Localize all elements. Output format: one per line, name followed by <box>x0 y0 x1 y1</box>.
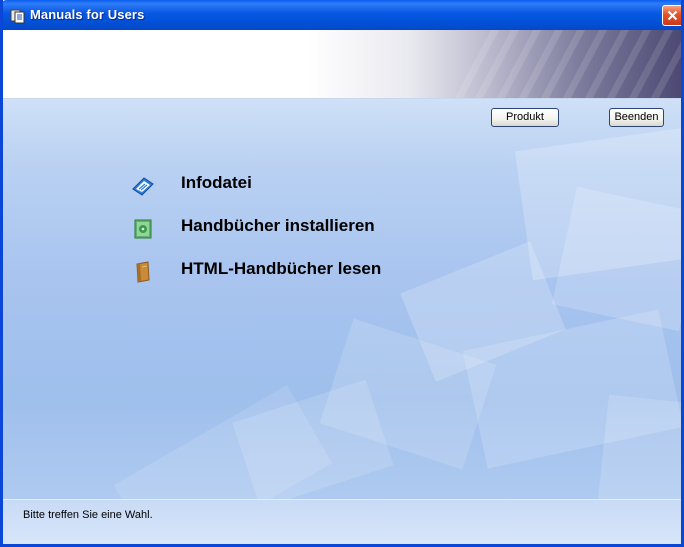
main-content: Produkt Beenden Infodatei Handbücher ins… <box>3 99 681 499</box>
exit-button[interactable]: Beenden <box>609 108 664 127</box>
status-text: Bitte treffen Sie eine Wahl. <box>23 509 153 521</box>
menu-item-label: HTML-Handbücher lesen <box>181 259 382 278</box>
menu-item-install-manuals[interactable]: Handbücher installieren <box>131 214 431 242</box>
window-title: Manuals for Users <box>30 7 145 22</box>
menu-item-label: Infodatei <box>181 173 252 192</box>
product-button[interactable]: Produkt <box>491 108 559 127</box>
app-icon <box>10 9 25 24</box>
background-decoration <box>551 186 681 332</box>
info-file-icon <box>132 177 154 196</box>
background-decoration <box>597 394 681 499</box>
menu-item-info-file[interactable]: Infodatei <box>131 171 331 199</box>
app-window: Manuals for Users Produkt Beenden Infoda… <box>0 0 684 547</box>
menu-item-label: Handbücher installieren <box>181 216 375 235</box>
title-bar[interactable]: Manuals for Users <box>3 0 681 30</box>
header-banner <box>3 30 681 99</box>
read-html-manuals-icon <box>136 261 150 283</box>
install-manuals-icon <box>134 219 152 239</box>
close-button[interactable] <box>662 5 681 26</box>
close-icon <box>667 10 678 21</box>
menu-item-read-html-manuals[interactable]: HTML-Handbücher lesen <box>131 257 431 285</box>
status-bar: Bitte treffen Sie eine Wahl. <box>3 499 681 544</box>
